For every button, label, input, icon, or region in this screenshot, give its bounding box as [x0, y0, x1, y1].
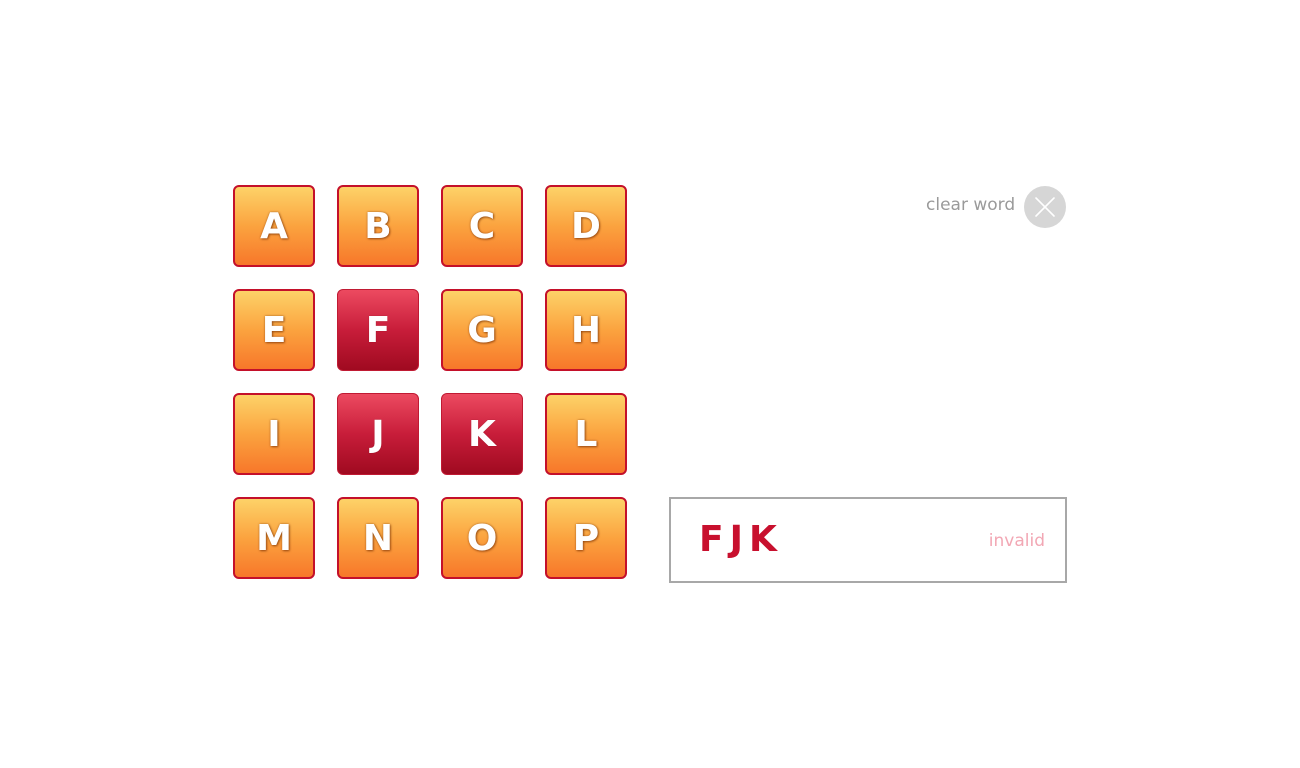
- current-word: FJK: [699, 519, 783, 560]
- current-word-display: FJK invalid: [669, 497, 1067, 583]
- tile-a[interactable]: A: [233, 185, 315, 267]
- game-stage: A B C D E F G H I J K L M N O P clear wo…: [0, 0, 1300, 768]
- clear-word-button[interactable]: clear word: [920, 185, 1067, 229]
- word-status: invalid: [988, 531, 1045, 551]
- tile-i[interactable]: I: [233, 393, 315, 475]
- letter-grid: A B C D E F G H I J K L M N O P: [233, 185, 631, 583]
- tile-h[interactable]: H: [545, 289, 627, 371]
- tile-m[interactable]: M: [233, 497, 315, 579]
- tile-c[interactable]: C: [441, 185, 523, 267]
- tile-d[interactable]: D: [545, 185, 627, 267]
- tile-e[interactable]: E: [233, 289, 315, 371]
- clear-word-label[interactable]: clear word: [926, 195, 1015, 215]
- tile-l[interactable]: L: [545, 393, 627, 475]
- tile-b[interactable]: B: [337, 185, 419, 267]
- tile-f[interactable]: F: [337, 289, 419, 371]
- tile-o[interactable]: O: [441, 497, 523, 579]
- tile-p[interactable]: P: [545, 497, 627, 579]
- close-icon[interactable]: [1024, 186, 1066, 228]
- tile-g[interactable]: G: [441, 289, 523, 371]
- tile-k[interactable]: K: [441, 393, 523, 475]
- tile-n[interactable]: N: [337, 497, 419, 579]
- tile-j[interactable]: J: [337, 393, 419, 475]
